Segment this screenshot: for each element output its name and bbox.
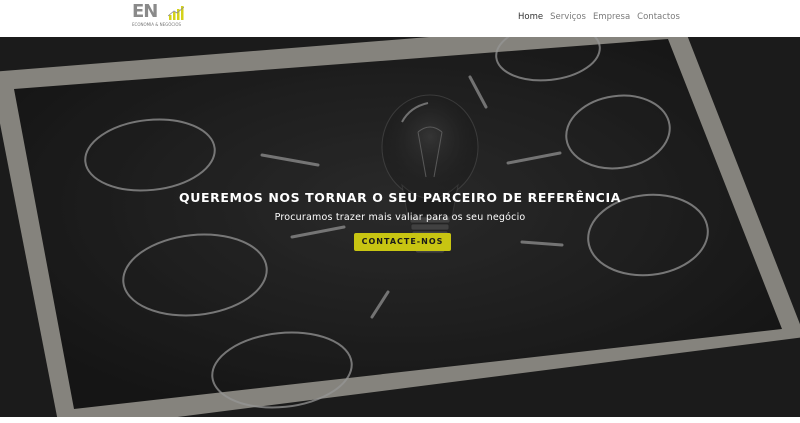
hero-section: QUEREMOS NOS TORNAR O SEU PARCEIRO DE RE… [0,37,800,417]
hero-headline: QUEREMOS NOS TORNAR O SEU PARCEIRO DE RE… [179,190,621,205]
page-bottom-strip [0,417,800,423]
logo-tagline: ECONOMIA & NEGÓCIOS [132,22,182,27]
bar-chart-icon [168,6,184,20]
logo-mark: EN [132,1,158,22]
nav-item-home[interactable]: Home [518,12,543,22]
nav-item-empresa[interactable]: Empresa [593,12,630,22]
contact-us-button[interactable]: CONTACTE-NOS [354,233,451,251]
hero-overlay [0,37,800,417]
nav-item-contactos[interactable]: Contactos [637,12,680,22]
hero-subheadline: Procuramos trazer mais valiar para os se… [274,212,526,223]
nav-item-servicos[interactable]: Serviços [550,12,586,22]
brand-logo[interactable]: EN ECONOMIA & NEGÓCIOS [132,3,192,33]
site-header: EN ECONOMIA & NEGÓCIOS Home Serviços Emp… [0,0,800,37]
main-nav: Home Serviços Empresa Contactos [518,12,687,22]
